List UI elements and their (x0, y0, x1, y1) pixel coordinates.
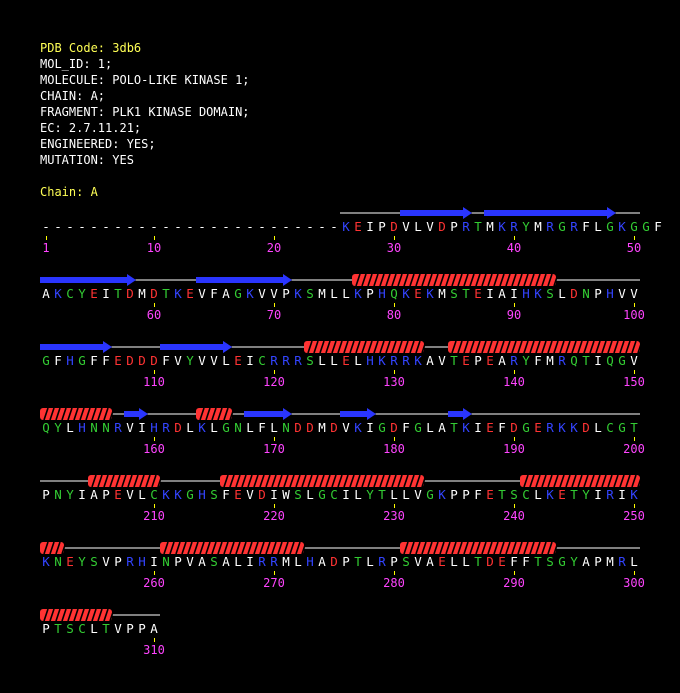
helix-glyph (304, 340, 427, 354)
helix-glyph (520, 474, 643, 488)
helix-glyph (400, 541, 559, 555)
strand-arrow (40, 341, 112, 353)
strand-arrow (124, 408, 148, 420)
helix-glyph (88, 474, 163, 488)
strand-arrow (484, 207, 616, 219)
strand-arrow (244, 408, 292, 420)
strand-arrow (160, 341, 232, 353)
strand-arrow (448, 408, 472, 420)
helix-glyph (40, 541, 67, 555)
sequence-viewer: -------------------------KEIPDVLVDPRTMKR… (0, 0, 680, 693)
strand-arrow (196, 274, 292, 286)
helix-glyph (448, 340, 643, 354)
strand-arrow (40, 274, 136, 286)
secondary-structure-track (40, 207, 643, 622)
strand-arrow (340, 408, 376, 420)
helix-glyph (196, 407, 235, 421)
strand-arrow (400, 207, 472, 219)
helix-glyph (40, 407, 115, 421)
helix-glyph (220, 474, 427, 488)
helix-glyph (352, 273, 559, 287)
helix-glyph (40, 608, 115, 622)
helix-glyph (160, 541, 307, 555)
